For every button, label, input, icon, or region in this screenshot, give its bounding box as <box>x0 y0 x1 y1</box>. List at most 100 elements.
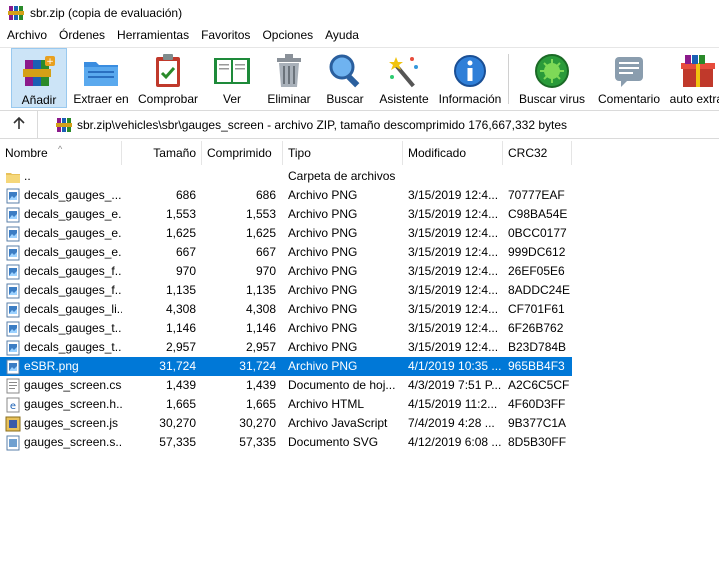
image-file-icon <box>5 226 21 242</box>
address-path[interactable]: sbr.zip\vehicles\sbr\gauges_screen - arc… <box>77 118 567 132</box>
file-crc: C98BA54E <box>508 207 568 221</box>
info-button[interactable]: Información <box>435 48 505 108</box>
file-name: decals_gauges_t... <box>24 321 122 335</box>
image-file-icon <box>5 188 21 204</box>
file-name: eSBR.png <box>24 359 79 373</box>
extract-button[interactable]: Extraer en <box>70 48 132 108</box>
file-modified: 4/1/2019 10:35 ... <box>408 359 502 373</box>
virus-scan-button[interactable]: Buscar virus <box>512 48 592 108</box>
wizard-label: Asistente <box>379 92 429 106</box>
column-packed-header[interactable]: Comprimido <box>202 141 283 165</box>
file-modified <box>408 167 503 186</box>
file-row[interactable]: eSBR.png 31,724 31,724 Archivo PNG 4/1/2019 … <box>0 357 719 376</box>
file-name: .. <box>24 169 31 183</box>
file-modified: 3/15/2019 12:4... <box>408 302 499 316</box>
file-row[interactable]: decals_gauges_li... 4,308 4,308 Archivo PNG… <box>0 300 719 319</box>
up-folder-button[interactable] <box>0 111 38 138</box>
column-modified-header[interactable]: Modificado <box>403 141 503 165</box>
file-modified: 3/15/2019 12:4... <box>408 264 499 278</box>
virus-scan-label: Buscar virus <box>518 92 586 106</box>
file-row[interactable]: decals_gauges_e... 1,553 1,553 Archivo PNG 3… <box>0 205 719 224</box>
file-row[interactable]: gauges_screen.css 1,439 1,439 Documento de … <box>0 376 719 395</box>
wizard-button[interactable]: Asistente <box>375 48 433 108</box>
file-row[interactable]: gauges_screen.js 30,270 30,270 Archivo Java… <box>0 414 719 433</box>
svg-file-icon <box>5 435 21 451</box>
file-type: Archivo HTML <box>288 397 365 411</box>
file-packed-size: 2,957 <box>245 340 276 354</box>
file-type: Archivo PNG <box>288 283 358 297</box>
file-row[interactable]: decals_gauges_... 686 686 Archivo PNG 3/15/2… <box>0 186 719 205</box>
file-row[interactable]: decals_gauges_f... 1,135 1,135 Archivo PNG 3… <box>0 281 719 300</box>
column-crc-header[interactable]: CRC32 <box>503 141 572 165</box>
file-name-cell: decals_gauges_e... <box>0 205 122 224</box>
file-packed-size: 667 <box>255 245 276 259</box>
sfx-button[interactable]: auto extraí <box>666 48 719 108</box>
file-size: 667 <box>175 245 196 259</box>
folder-icon <box>5 169 21 185</box>
file-name: gauges_screen.css <box>24 378 122 392</box>
title-bar: sbr.zip (copia de evaluación) <box>0 0 719 25</box>
test-label: Comprobar <box>137 92 199 106</box>
file-size: 30,270 <box>159 416 196 430</box>
menu-archivo[interactable]: Archivo <box>2 25 52 46</box>
image-file-icon <box>5 283 21 299</box>
book-view-icon <box>212 52 252 89</box>
file-row[interactable]: decals_gauges_t... 2,957 2,957 Archivo PNG 3… <box>0 338 719 357</box>
test-button[interactable]: Comprobar <box>134 48 202 108</box>
view-button[interactable]: Ver <box>207 48 257 108</box>
menu-ayuda[interactable]: Ayuda <box>320 25 364 46</box>
file-packed-size: 1,439 <box>245 378 276 392</box>
file-row[interactable]: decals_gauges_t... 1,146 1,146 Archivo PNG 3… <box>0 319 719 338</box>
file-name: decals_gauges_li... <box>24 302 122 316</box>
file-name-cell: decals_gauges_e... <box>0 243 122 262</box>
file-row[interactable]: decals_gauges_e... 667 667 Archivo PNG 3/15/… <box>0 243 719 262</box>
add-button[interactable]: + Añadir <box>11 48 67 108</box>
delete-button[interactable]: Eliminar <box>261 48 317 108</box>
comment-button[interactable]: Comentario <box>592 48 666 108</box>
file-packed-size: 31,724 <box>239 359 276 373</box>
column-size-header[interactable]: Tamaño <box>122 141 202 165</box>
file-type: Documento SVG <box>288 435 379 449</box>
file-name: decals_gauges_... <box>24 188 122 202</box>
menu-favoritos[interactable]: Favoritos <box>196 25 255 46</box>
file-crc: 6F26B762 <box>508 321 564 335</box>
image-file-icon <box>5 207 21 223</box>
image-file-icon <box>5 359 21 375</box>
file-list: Nombre ^ Tamaño Comprimido Tipo Modifica… <box>0 141 719 571</box>
file-crc: 70777EAF <box>508 188 565 202</box>
menu-herramientas[interactable]: Herramientas <box>112 25 194 46</box>
column-type-header[interactable]: Tipo <box>283 141 403 165</box>
file-packed-size: 30,270 <box>239 416 276 430</box>
add-label: Añadir <box>21 93 57 107</box>
file-modified: 4/12/2019 6:08 ... <box>408 435 502 449</box>
file-name: decals_gauges_t... <box>24 340 122 354</box>
file-name: decals_gauges_e... <box>24 245 122 259</box>
window-title: sbr.zip (copia de evaluación) <box>30 5 183 20</box>
file-name-cell: e gauges_screen.h... <box>0 395 122 414</box>
file-modified: 3/15/2019 12:4... <box>408 340 499 354</box>
find-button[interactable]: Buscar <box>319 48 371 108</box>
file-row[interactable]: decals_gauges_e... 1,625 1,625 Archivo PNG 3… <box>0 224 719 243</box>
file-type: Archivo PNG <box>288 340 358 354</box>
magnifier-icon <box>325 52 365 89</box>
file-type: Archivo PNG <box>288 226 358 240</box>
file-crc: 26EF05E6 <box>508 264 565 278</box>
file-type: Archivo PNG <box>288 207 358 221</box>
file-name-cell: gauges_screen.js <box>0 414 122 433</box>
column-name-header[interactable]: Nombre ^ <box>0 141 122 165</box>
menu-ordenes[interactable]: Órdenes <box>54 25 110 46</box>
file-packed-size: 1,625 <box>245 226 276 240</box>
file-packed-size: 1,553 <box>245 207 276 221</box>
test-clipboard-icon <box>148 52 188 89</box>
file-row[interactable]: e gauges_screen.h... 1,665 1,665 Archivo HTM… <box>0 395 719 414</box>
menu-opciones[interactable]: Opciones <box>257 25 318 46</box>
file-crc <box>508 167 572 186</box>
file-size <box>122 167 196 186</box>
file-size: 686 <box>175 188 196 202</box>
file-row[interactable]: .. Carpeta de archivos <box>0 167 719 186</box>
file-name: decals_gauges_f... <box>24 283 122 297</box>
file-modified: 3/15/2019 12:4... <box>408 226 499 240</box>
extract-folder-icon <box>81 52 121 89</box>
file-row[interactable]: decals_gauges_f... 970 970 Archivo PNG 3/15/… <box>0 262 719 281</box>
file-row[interactable]: gauges_screen.s... 57,335 57,335 Documento … <box>0 433 719 452</box>
